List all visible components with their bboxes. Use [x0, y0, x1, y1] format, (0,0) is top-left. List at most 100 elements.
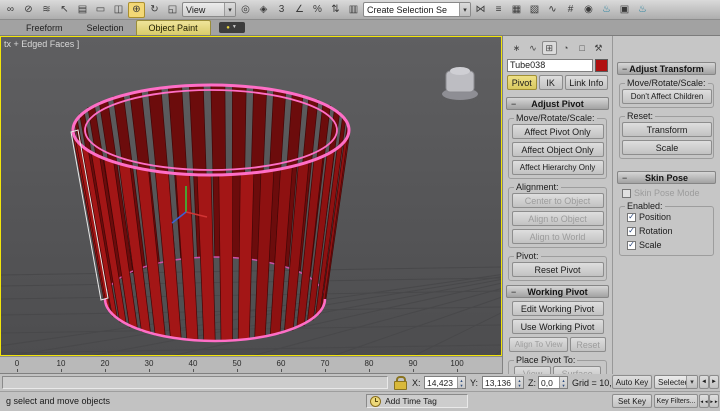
dont-affect-children-button[interactable]: Don't Affect Children	[622, 89, 712, 104]
affect-hierarchy-only-button[interactable]: Affect Hierarchy Only	[512, 160, 604, 175]
timeline-tick: 40	[182, 359, 204, 368]
set-key-button[interactable]: Set Key	[612, 394, 652, 408]
adjust-transform-header[interactable]: Adjust Transform	[617, 62, 716, 75]
key-filters-button[interactable]: Key Filters...	[654, 394, 698, 408]
timeline-tick: 0	[6, 359, 28, 368]
select-and-link-icon[interactable]: ∞	[2, 2, 19, 18]
schematic-view-icon[interactable]: #	[562, 2, 579, 18]
select-and-move-icon[interactable]: ⊕	[128, 2, 145, 18]
rectangular-selection-icon[interactable]: ▭	[92, 2, 109, 18]
window-crossing-icon[interactable]: ◫	[110, 2, 127, 18]
utilities-tab-icon[interactable]: ⚒	[591, 41, 606, 55]
working-pivot-reset-button[interactable]: Reset	[570, 337, 606, 352]
pivot-button[interactable]: Pivot	[507, 75, 537, 90]
use-working-pivot-button[interactable]: Use Working Pivot	[512, 319, 604, 334]
angle-snap-icon[interactable]: ∠	[291, 2, 308, 18]
tab-freeform[interactable]: Freeform	[14, 20, 75, 35]
hierarchy-tab-icon[interactable]: ⊞	[542, 41, 557, 55]
perspective-viewport[interactable]: tx + Edged Faces ]	[0, 36, 502, 356]
scale-checkbox[interactable]: Scale	[627, 240, 706, 250]
align-to-object-button[interactable]: Align to Object	[512, 211, 604, 226]
skin-pose-mode-checkbox[interactable]: Skin Pose Mode	[622, 188, 711, 198]
percent-snap-icon[interactable]: %	[309, 2, 326, 18]
timeline-tick: 80	[358, 359, 380, 368]
y-coordinate-field[interactable]: 13,136	[482, 376, 524, 389]
use-pivot-center-icon[interactable]: ◎	[237, 2, 254, 18]
align-icon[interactable]: ≡	[490, 2, 507, 18]
edit-working-pivot-button[interactable]: Edit Working Pivot	[512, 301, 604, 316]
snaps-toggle-icon[interactable]: 3	[273, 2, 290, 18]
status-listener-field[interactable]	[2, 376, 388, 389]
object-color-swatch[interactable]	[595, 59, 608, 72]
spinner-snap-icon[interactable]: ⇅	[327, 2, 344, 18]
modify-tab-icon[interactable]: ∿	[525, 41, 540, 55]
reference-coordinate-dropdown[interactable]: View	[182, 2, 236, 17]
link-info-button[interactable]: Link Info	[565, 75, 608, 90]
affect-pivot-only-button[interactable]: Affect Pivot Only	[512, 124, 604, 139]
align-to-world-button[interactable]: Align to World	[512, 229, 604, 244]
spinner-icon[interactable]	[457, 377, 465, 388]
align-to-view-button[interactable]: Align To View	[509, 337, 568, 352]
checkbox-checked-icon[interactable]	[627, 213, 636, 222]
mirror-icon[interactable]: ⋈	[472, 2, 489, 18]
paint-dot-icon: ●	[226, 25, 230, 31]
ik-button[interactable]: IK	[539, 75, 563, 90]
tab-object-paint[interactable]: Object Paint	[136, 20, 211, 35]
bind-to-space-warp-icon[interactable]: ≋	[38, 2, 55, 18]
rendered-frame-icon[interactable]: ▣	[616, 2, 633, 18]
select-object-icon[interactable]: ↖	[56, 2, 73, 18]
rotation-checkbox[interactable]: Rotation	[627, 226, 706, 236]
previous-frame-button[interactable]: ◄◄	[699, 394, 709, 408]
x-coordinate-field[interactable]: 14,423	[424, 376, 466, 389]
ribbon-tab-bar: Freeform Selection Object Paint ● ▼	[0, 20, 720, 36]
select-by-name-icon[interactable]: ▤	[74, 2, 91, 18]
edit-named-selection-sets-icon[interactable]: ▥	[345, 2, 362, 18]
chevron-down-icon[interactable]	[224, 3, 235, 16]
reset-pivot-button[interactable]: Reset Pivot	[512, 262, 604, 277]
viewport-canvas[interactable]	[1, 37, 501, 355]
selected-filter-dropdown[interactable]: Selected	[654, 375, 698, 389]
layer-manager-icon[interactable]: ▦	[508, 2, 525, 18]
auto-key-button[interactable]: Auto Key	[612, 375, 652, 389]
material-editor-icon[interactable]: ◉	[580, 2, 597, 18]
next-frame-button[interactable]: ►►	[709, 394, 719, 408]
object-name-field[interactable]: Tube038	[507, 59, 593, 72]
center-to-object-button[interactable]: Center to Object	[512, 193, 604, 208]
create-tab-icon[interactable]: ∗	[509, 41, 524, 55]
unlink-selection-icon[interactable]: ⊘	[20, 2, 37, 18]
viewport-shading-label[interactable]: tx + Edged Faces ]	[4, 39, 79, 49]
adjust-pivot-header[interactable]: Adjust Pivot	[506, 97, 609, 110]
reset-transform-button[interactable]: Transform	[622, 122, 712, 137]
skin-pose-header[interactable]: Skin Pose	[617, 171, 716, 184]
spinner-icon[interactable]	[559, 377, 567, 388]
position-checkbox[interactable]: Position	[627, 212, 706, 222]
spinner-icon[interactable]	[515, 377, 523, 388]
next-key-button[interactable]: ►	[709, 375, 719, 389]
reset-scale-button[interactable]: Scale	[622, 140, 712, 155]
select-and-scale-icon[interactable]: ◱	[164, 2, 181, 18]
curve-editor-icon[interactable]: ∿	[544, 2, 561, 18]
chevron-down-icon[interactable]	[686, 376, 697, 388]
render-production-icon[interactable]: ♨	[634, 2, 651, 18]
named-selection-set-dropdown[interactable]: Create Selection Se	[363, 2, 471, 17]
checkbox-checked-icon[interactable]	[627, 241, 636, 250]
select-and-rotate-icon[interactable]: ↻	[146, 2, 163, 18]
time-tag-field[interactable]: Add Time Tag	[366, 394, 468, 408]
tab-selection[interactable]: Selection	[75, 20, 136, 35]
render-setup-icon[interactable]: ♨	[598, 2, 615, 18]
ribbon-paint-flyout[interactable]: ● ▼	[219, 22, 245, 33]
select-and-manipulate-icon[interactable]: ◈	[255, 2, 272, 18]
selection-lock-icon[interactable]	[394, 376, 406, 389]
checkbox-unchecked-icon[interactable]	[622, 189, 631, 198]
prompt-bar: g select and move objects Add Time Tag S…	[0, 392, 720, 411]
working-pivot-header[interactable]: Working Pivot	[506, 285, 609, 298]
display-tab-icon[interactable]: □	[575, 41, 590, 55]
checkbox-checked-icon[interactable]	[627, 227, 636, 236]
z-coordinate-field[interactable]: 0,0	[538, 376, 568, 389]
graphite-ribbon-icon[interactable]: ▧	[526, 2, 543, 18]
motion-tab-icon[interactable]: ◔	[558, 41, 573, 55]
previous-key-button[interactable]: ◄	[699, 375, 709, 389]
chevron-down-icon[interactable]	[459, 3, 470, 16]
affect-object-only-button[interactable]: Affect Object Only	[512, 142, 604, 157]
time-ruler[interactable]: 0 10 20 30 40 50 60 70 80 90 100	[0, 356, 502, 374]
